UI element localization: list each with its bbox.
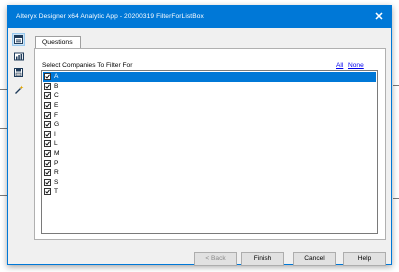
cancel-button[interactable]: Cancel <box>293 252 336 266</box>
list-item[interactable]: S <box>43 178 376 188</box>
list-item[interactable]: M <box>43 149 376 159</box>
close-icon[interactable]: ✕ <box>371 9 387 25</box>
list-item[interactable]: T <box>43 187 376 197</box>
list-item[interactable]: B <box>43 82 376 92</box>
checkbox[interactable] <box>44 169 51 177</box>
company-list-box[interactable]: ABCEFGILMPRST <box>41 70 378 234</box>
checkbox[interactable] <box>44 92 51 100</box>
list-item[interactable]: G <box>43 120 376 130</box>
list-item[interactable]: R <box>43 168 376 178</box>
question-label: Select Companies To Filter For <box>42 62 133 69</box>
save-icon[interactable] <box>12 66 25 79</box>
list-item[interactable]: F <box>43 110 376 120</box>
list-item-label: R <box>54 169 59 177</box>
analytic-app-dialog: Alteryx Designer x64 Analytic App - 2020… <box>7 5 392 266</box>
checkbox[interactable] <box>44 178 51 186</box>
list-item-label: G <box>54 121 60 129</box>
back-button[interactable]: < Back <box>194 252 237 266</box>
list-item-label: T <box>54 188 59 196</box>
checkbox[interactable] <box>44 130 51 138</box>
checkbox[interactable] <box>44 150 51 158</box>
left-toolbar <box>8 28 30 264</box>
list-item-label: S <box>54 178 59 186</box>
checkbox[interactable] <box>44 188 51 196</box>
window-title: Alteryx Designer x64 Analytic App - 2020… <box>16 13 204 20</box>
list-item[interactable]: A <box>43 72 376 82</box>
background-line <box>393 85 399 86</box>
checkbox[interactable] <box>44 73 51 81</box>
chart-icon[interactable] <box>12 50 25 63</box>
list-item-label: I <box>54 130 56 138</box>
list-item-label: C <box>54 92 59 100</box>
list-item-label: E <box>54 102 59 110</box>
list-item-label: A <box>54 73 59 81</box>
questions-panel: Select Companies To Filter For All None … <box>34 48 386 240</box>
title-bar[interactable]: Alteryx Designer x64 Analytic App - 2020… <box>8 6 391 28</box>
checkbox[interactable] <box>44 140 51 148</box>
help-button[interactable]: Help <box>343 252 386 266</box>
list-item-label: L <box>54 140 58 148</box>
finish-button[interactable]: Finish <box>241 252 284 266</box>
magic-wand-icon[interactable] <box>12 83 25 96</box>
checkbox[interactable] <box>44 121 51 129</box>
select-none-link[interactable]: None <box>348 62 364 69</box>
list-item-label: F <box>54 111 59 119</box>
checkbox[interactable] <box>44 102 51 110</box>
checkbox[interactable] <box>44 111 51 119</box>
list-item-label: P <box>54 159 59 167</box>
list-item[interactable]: P <box>43 158 376 168</box>
background-line <box>393 198 399 199</box>
list-item[interactable]: L <box>43 139 376 149</box>
list-item-label: B <box>54 82 59 90</box>
list-item-label: M <box>54 150 60 158</box>
select-all-link[interactable]: All <box>336 62 343 69</box>
checkbox[interactable] <box>44 82 51 90</box>
list-item[interactable]: C <box>43 91 376 101</box>
list-item[interactable]: E <box>43 101 376 111</box>
interface-icon[interactable] <box>12 33 25 46</box>
checkbox[interactable] <box>44 159 51 167</box>
list-item[interactable]: I <box>43 130 376 140</box>
